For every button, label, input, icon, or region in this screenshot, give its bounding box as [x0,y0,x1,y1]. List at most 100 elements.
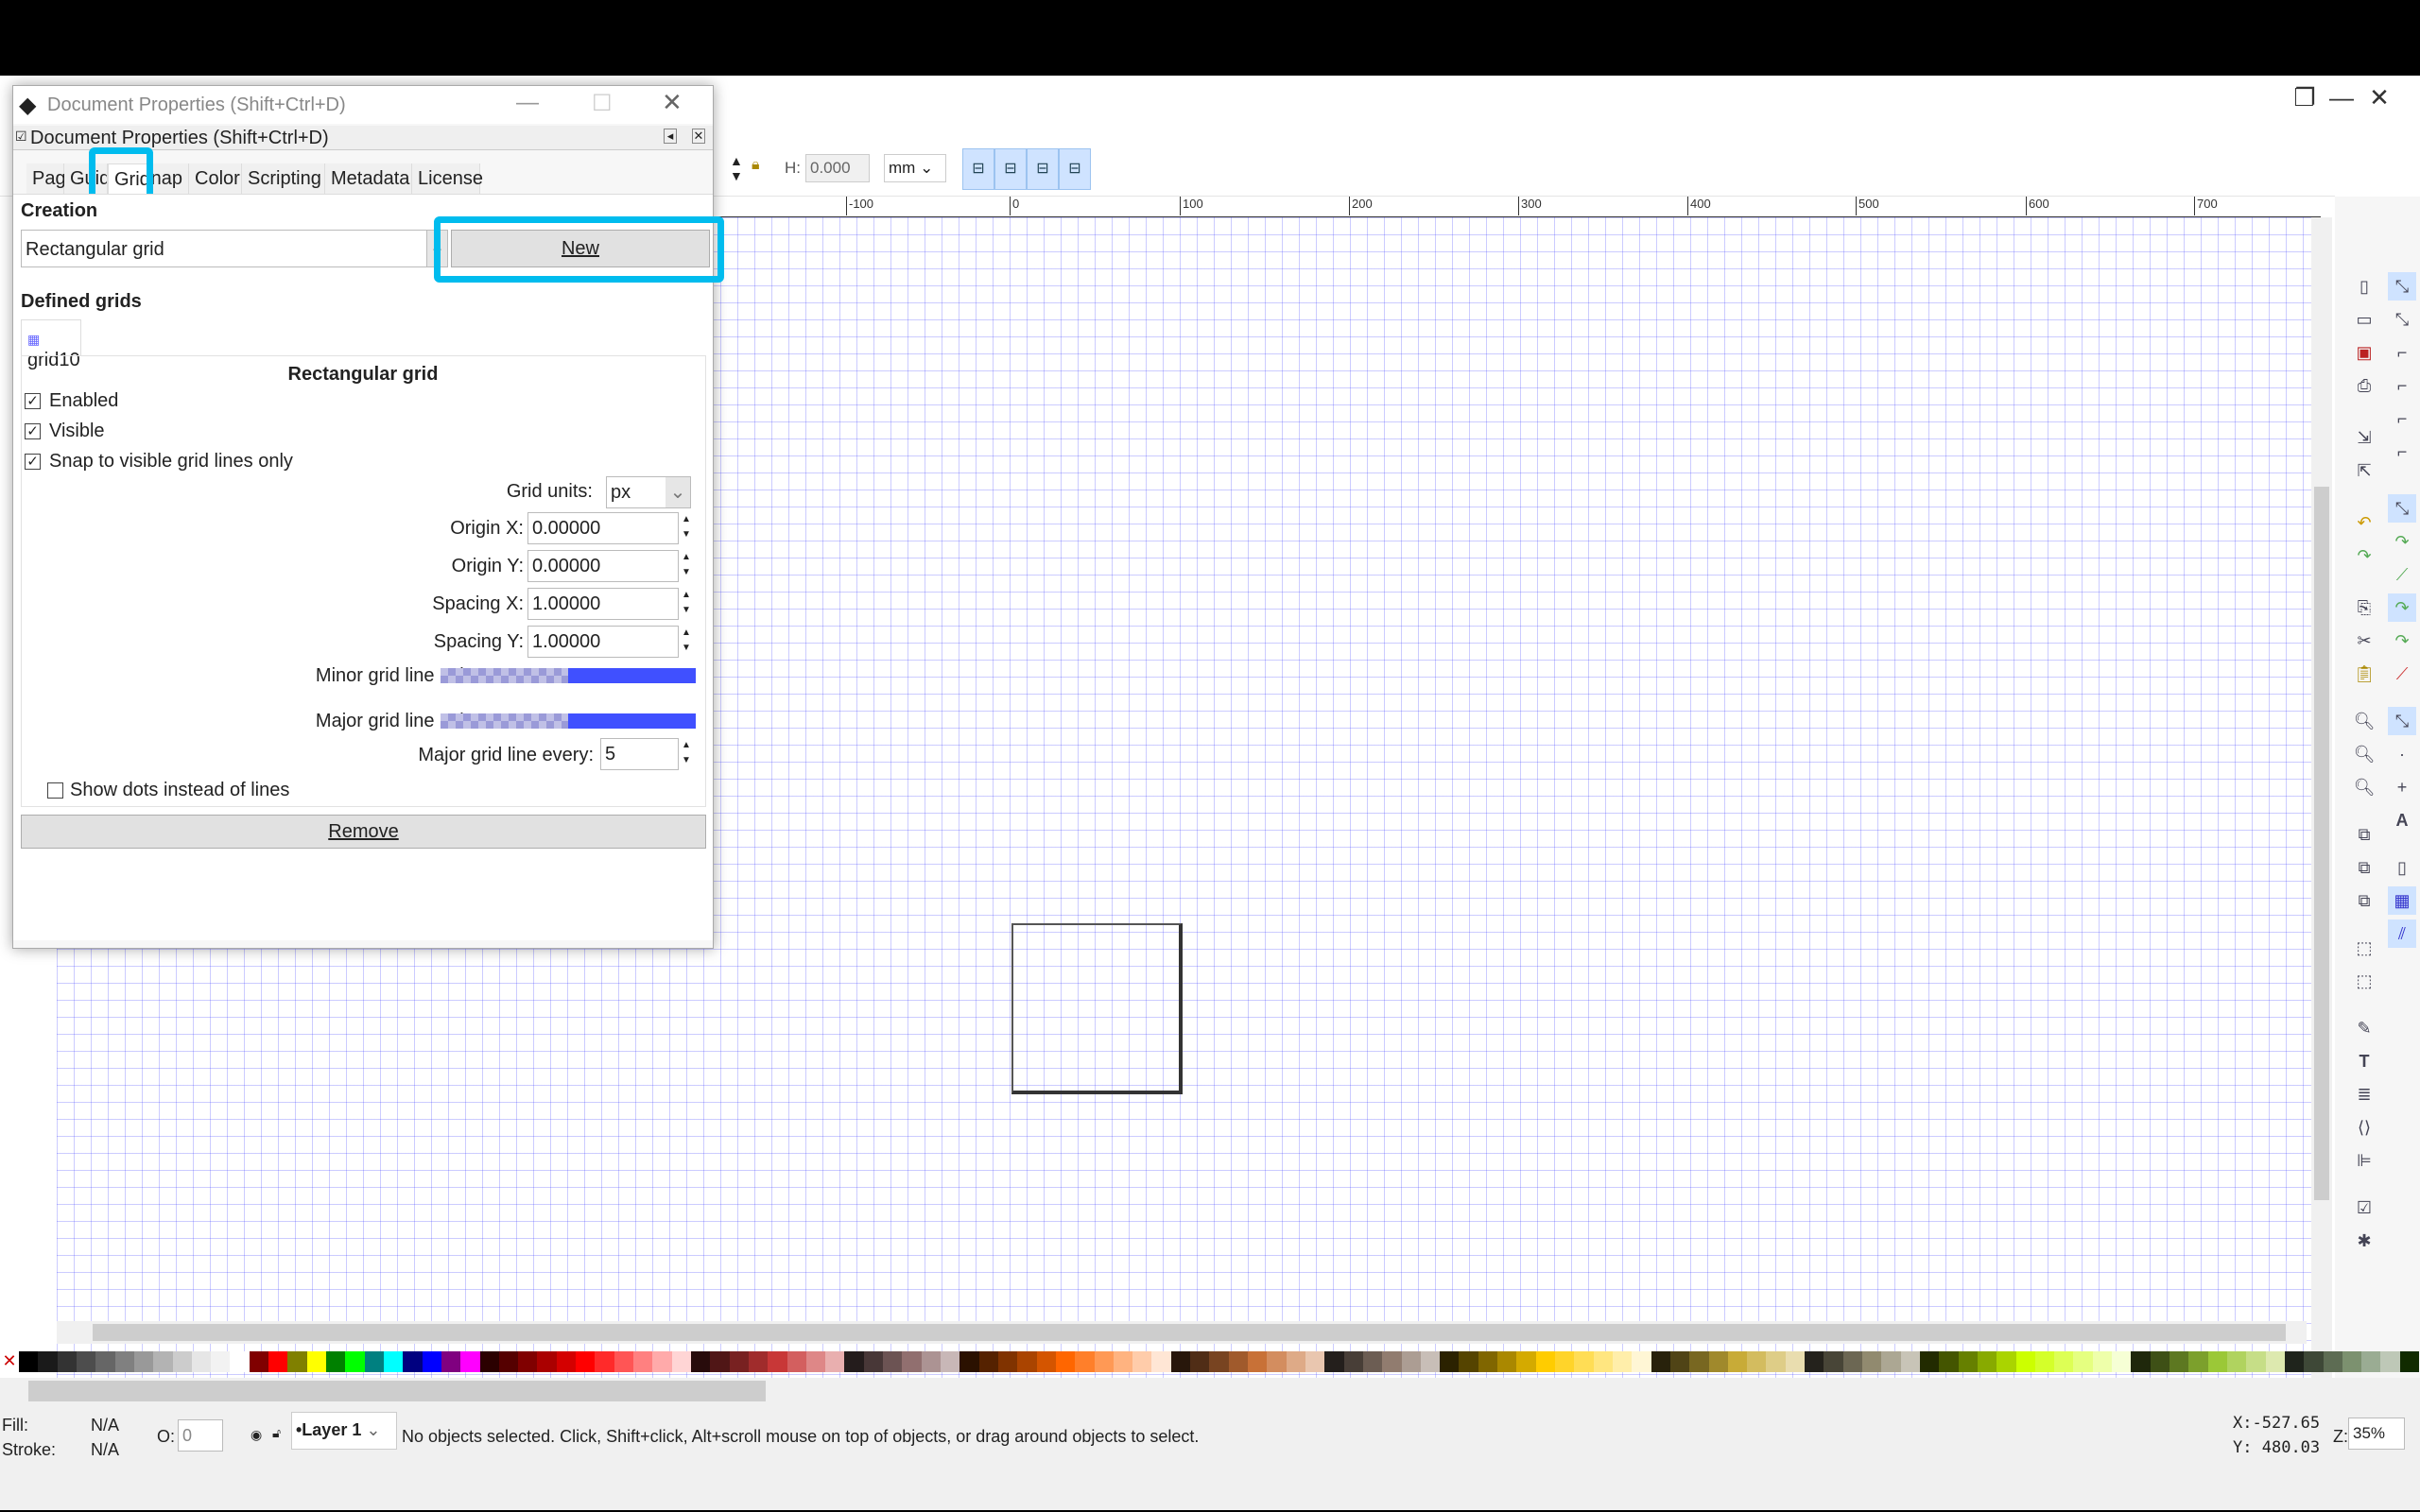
palette-swatch[interactable] [1862,1351,1882,1372]
palette-swatch[interactable] [306,1351,326,1372]
zoom-input[interactable]: 35% [2348,1418,2405,1450]
palette-swatch[interactable] [1612,1351,1633,1372]
palette-swatch[interactable] [1516,1351,1536,1372]
snap-bbox-corner-icon[interactable]: ⌐ [2388,371,2416,400]
palette-swatch[interactable] [1094,1351,1114,1372]
zoom-page-icon[interactable]: 🔍︎ [2350,773,2378,801]
palette-swatch[interactable] [710,1351,730,1372]
palette-swatch[interactable] [844,1351,864,1372]
transform-corners-toggle[interactable]: ⊟ [994,148,1027,190]
duplicate-icon[interactable]: ⧉ [2350,820,2378,849]
snap-page-border-icon[interactable]: ▯ [2388,853,2416,882]
snap-intersections-icon[interactable]: ⟋ [2388,560,2416,589]
save-icon[interactable]: ▣ [2350,338,2378,367]
unlink-clone-icon[interactable]: ⧉ [2350,886,2378,915]
transform-stroke-toggle[interactable]: ⊟ [962,148,994,190]
visibility-icon[interactable]: ◉ [251,1427,262,1443]
palette-swatch[interactable] [805,1351,826,1372]
visible-checkbox[interactable]: ✓ [25,423,41,439]
palette-swatch[interactable] [1401,1351,1421,1372]
iconify-button[interactable]: ◂ [664,129,677,144]
import-icon[interactable]: ⇲ [2350,423,2378,452]
preferences-icon[interactable]: ✱ [2350,1227,2378,1255]
export-icon[interactable]: ⇱ [2350,456,2378,485]
lock-icon[interactable]: 🔒︎ [752,157,760,174]
palette-swatch[interactable] [2226,1351,2247,1372]
palette-swatch[interactable] [2169,1351,2189,1372]
snap-smooth-icon[interactable]: ↷ [2388,627,2416,655]
palette-swatch[interactable] [2112,1351,2132,1372]
palette-swatch[interactable] [576,1351,596,1372]
vertical-scroll-thumb[interactable] [2314,487,2329,1200]
layers-icon[interactable]: ≣ [2350,1080,2378,1108]
palette-swatch[interactable] [748,1351,769,1372]
palette-swatch[interactable] [230,1351,250,1372]
print-icon[interactable]: ⎙ [2350,371,2378,400]
palette-swatch[interactable] [1996,1351,2016,1372]
close-button[interactable]: ✕ [2360,83,2398,112]
minimize-button[interactable]: — [2323,83,2360,112]
restore-button[interactable]: ❐ [2286,83,2324,112]
group-icon[interactable]: ⬚ [2350,934,2378,962]
palette-swatch[interactable] [1669,1351,1690,1372]
palette-swatch[interactable] [1651,1351,1670,1372]
tab-scripting[interactable]: Scripting [242,163,325,194]
palette-swatch[interactable] [133,1351,154,1372]
palette-scroll-thumb[interactable] [28,1381,766,1401]
palette-swatch[interactable] [1727,1351,1748,1372]
palette-swatch[interactable] [1017,1351,1037,1372]
palette-swatch[interactable] [1459,1351,1478,1372]
palette-swatch[interactable] [2207,1351,2227,1372]
snap-bbox-edge-icon[interactable]: ⌐ [2388,338,2416,367]
palette-swatch[interactable] [1805,1351,1824,1372]
redo-icon[interactable]: ↷ [2350,541,2378,570]
palette-swatch[interactable] [518,1351,538,1372]
palette-swatch[interactable] [1132,1351,1152,1372]
tab-color[interactable]: Color [189,163,242,194]
open-icon[interactable]: ▭ [2350,305,2378,334]
palette-swatch[interactable] [57,1351,77,1372]
snap-rotation-center-icon[interactable]: + [2388,773,2416,801]
tab-license[interactable]: License [412,163,483,194]
palette-swatch[interactable] [1535,1351,1555,1372]
palette-swatch[interactable] [1939,1351,1959,1372]
palette-swatch[interactable] [1113,1351,1133,1372]
palette-swatch[interactable] [1632,1351,1651,1372]
tab-metadata[interactable]: Metadata [325,163,412,194]
palette-swatch[interactable] [537,1351,557,1372]
h-input[interactable]: 0.000 [805,154,870,182]
palette-swatch[interactable] [2015,1351,2035,1372]
palette-swatch[interactable] [345,1351,365,1372]
palette-scrollbar[interactable] [0,1378,2420,1404]
no-paint-swatch[interactable]: ✕ [0,1351,19,1372]
ungroup-icon[interactable]: ⬚ [2350,967,2378,995]
palette-swatch[interactable] [921,1351,941,1372]
palette-swatch[interactable] [1478,1351,1498,1372]
palette-swatch[interactable] [364,1351,384,1372]
snap-midpoints-icon[interactable]: ⟋ [2388,660,2416,688]
palette-swatch[interactable] [1440,1351,1460,1372]
color-palette[interactable]: ✕ [0,1351,2420,1372]
text-font-icon[interactable]: T [2350,1047,2378,1075]
panel-close-button[interactable]: ✕ [692,129,705,144]
palette-swatch[interactable] [383,1351,404,1372]
palette-swatch[interactable] [690,1351,711,1372]
palette-swatch[interactable] [556,1351,577,1372]
palette-swatch[interactable] [883,1351,903,1372]
palette-swatch[interactable] [959,1351,979,1372]
horizontal-scroll-thumb[interactable] [93,1324,2286,1341]
origin-y-input[interactable]: 0.00000 [527,550,679,582]
palette-swatch[interactable] [1055,1351,1076,1372]
undo-icon[interactable]: ↶ [2350,508,2378,537]
xml-editor-icon[interactable]: ⟨⟩ [2350,1113,2378,1142]
snap-visible-checkbox[interactable]: ✓ [25,454,41,470]
palette-swatch[interactable] [1036,1351,1056,1372]
palette-swatch[interactable] [1593,1351,1613,1372]
palette-swatch[interactable] [1324,1351,1344,1372]
palette-swatch[interactable] [1209,1351,1229,1372]
palette-swatch[interactable] [1919,1351,1940,1372]
palette-swatch[interactable] [211,1351,231,1372]
origin-x-spinner[interactable]: ▲ ▼ [680,512,693,544]
align-icon[interactable]: ⊫ [2350,1146,2378,1175]
enabled-checkbox[interactable]: ✓ [25,393,41,409]
